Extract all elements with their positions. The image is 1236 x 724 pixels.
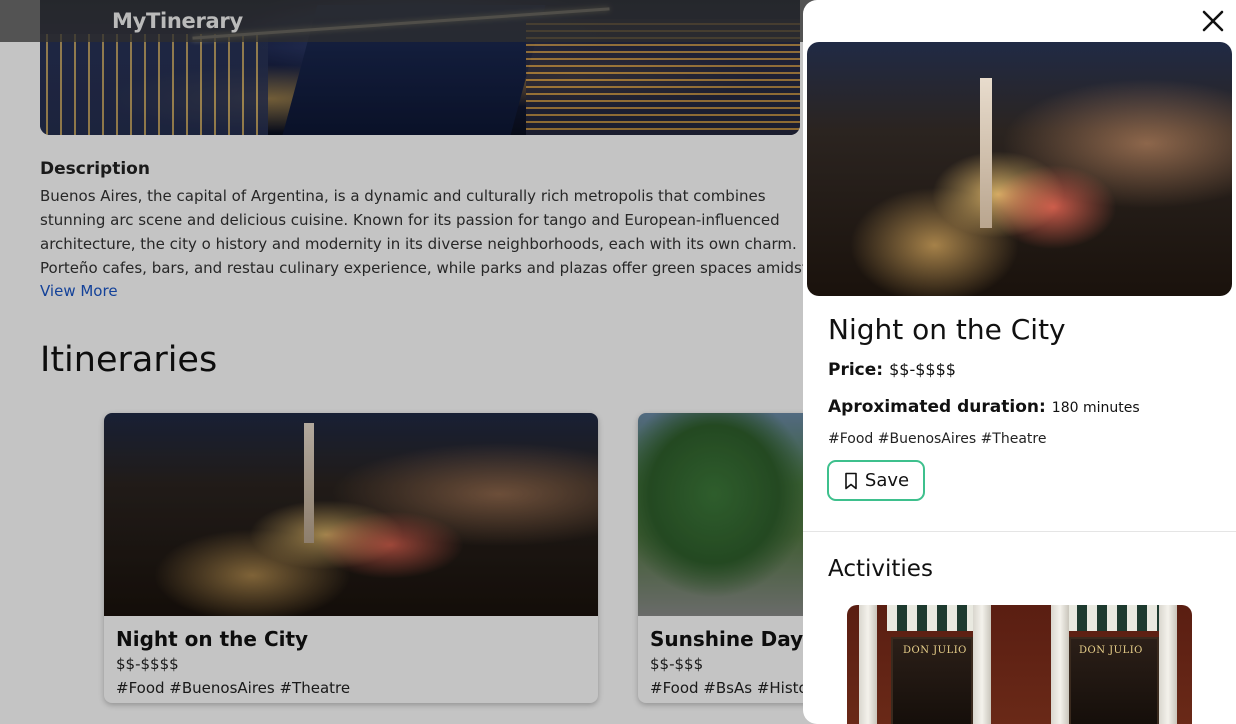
activity-image: DON JULIO DON JULIO	[847, 605, 1192, 724]
close-icon	[1202, 10, 1224, 32]
price-row: Price: $$-$$$$	[828, 360, 956, 380]
activity-sign-right: DON JULIO	[1079, 645, 1143, 656]
price-value: $$-$$$$	[889, 360, 956, 379]
activities-heading: Activities	[828, 556, 933, 582]
itinerary-detail-tags: #Food #BuenosAires #Theatre	[828, 431, 1047, 447]
save-button[interactable]: Save	[827, 460, 925, 501]
divider	[803, 531, 1236, 532]
price-label: Price:	[828, 360, 884, 380]
duration-row: Aproximated duration: 180 minutes	[828, 397, 1140, 417]
duration-value: 180 minutes	[1051, 400, 1140, 416]
save-label: Save	[864, 470, 910, 491]
activity-sign-left: DON JULIO	[903, 645, 967, 656]
close-button[interactable]	[1200, 8, 1226, 34]
itinerary-detail-panel: Night on the City Price: $$-$$$$ Aproxima…	[803, 0, 1236, 724]
duration-label: Aproximated duration:	[828, 397, 1046, 417]
bookmark-icon	[845, 472, 857, 489]
itinerary-detail-image	[807, 42, 1232, 296]
itinerary-detail-title: Night on the City	[828, 313, 1066, 346]
